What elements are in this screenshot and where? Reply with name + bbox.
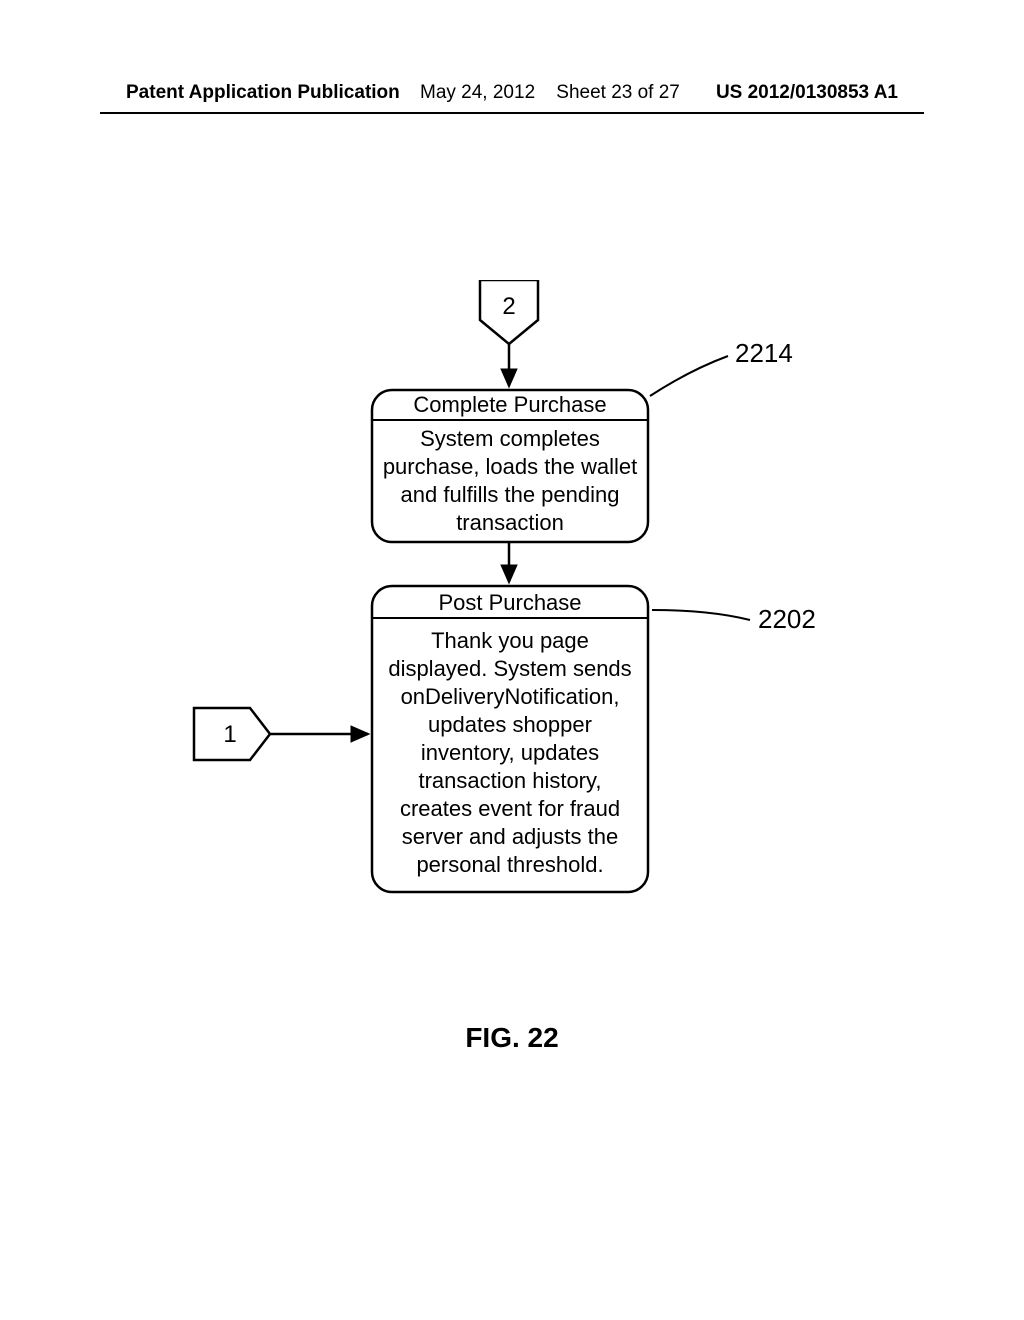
post-purchase-body-6: transaction history, xyxy=(418,768,601,793)
connector-top: 2 xyxy=(480,280,538,344)
post-purchase-body-4: updates shopper xyxy=(428,712,592,737)
header-pubno: US 2012/0130853 A1 xyxy=(716,82,898,104)
complete-purchase-box: Complete Purchase System completes purch… xyxy=(372,390,648,542)
page: Patent Application Publication May 24, 2… xyxy=(0,0,1024,1320)
complete-purchase-body-4: transaction xyxy=(456,510,564,535)
connector-left: 1 xyxy=(194,708,270,760)
connector-top-label: 2 xyxy=(502,293,515,320)
ref-2202: 2202 xyxy=(652,604,816,634)
complete-purchase-body-3: and fulfills the pending xyxy=(401,482,620,507)
complete-purchase-body-1: System completes xyxy=(420,426,600,451)
post-purchase-body-9: personal threshold. xyxy=(416,852,603,877)
connector-left-label: 1 xyxy=(223,721,236,748)
header-publication-label: Patent Application Publication xyxy=(126,82,400,104)
post-purchase-box: Post Purchase Thank you page displayed. … xyxy=(372,586,648,892)
post-purchase-body-7: creates event for fraud xyxy=(400,796,620,821)
complete-purchase-body-2: purchase, loads the wallet xyxy=(383,454,637,479)
complete-purchase-title: Complete Purchase xyxy=(413,392,606,417)
post-purchase-body-2: displayed. System sends xyxy=(388,656,631,681)
ref-2214-label: 2214 xyxy=(735,338,793,368)
post-purchase-body-5: inventory, updates xyxy=(421,740,599,765)
post-purchase-body-1: Thank you page xyxy=(431,628,589,653)
ref-2202-label: 2202 xyxy=(758,604,816,634)
post-purchase-body-3: onDeliveryNotification, xyxy=(401,684,620,709)
header-date: May 24, 2012 Sheet 23 of 27 xyxy=(420,82,680,104)
header-rule xyxy=(100,112,924,114)
post-purchase-body-8: server and adjusts the xyxy=(402,824,618,849)
header-date-text: May 24, 2012 xyxy=(420,82,535,103)
ref-2214: 2214 xyxy=(650,338,793,396)
post-purchase-title: Post Purchase xyxy=(438,590,581,615)
flowchart: 2 Complete Purchase System completes pur… xyxy=(150,280,870,1060)
header-sheet-text: Sheet 23 of 27 xyxy=(556,82,680,103)
figure-caption: FIG. 22 xyxy=(0,1022,1024,1054)
